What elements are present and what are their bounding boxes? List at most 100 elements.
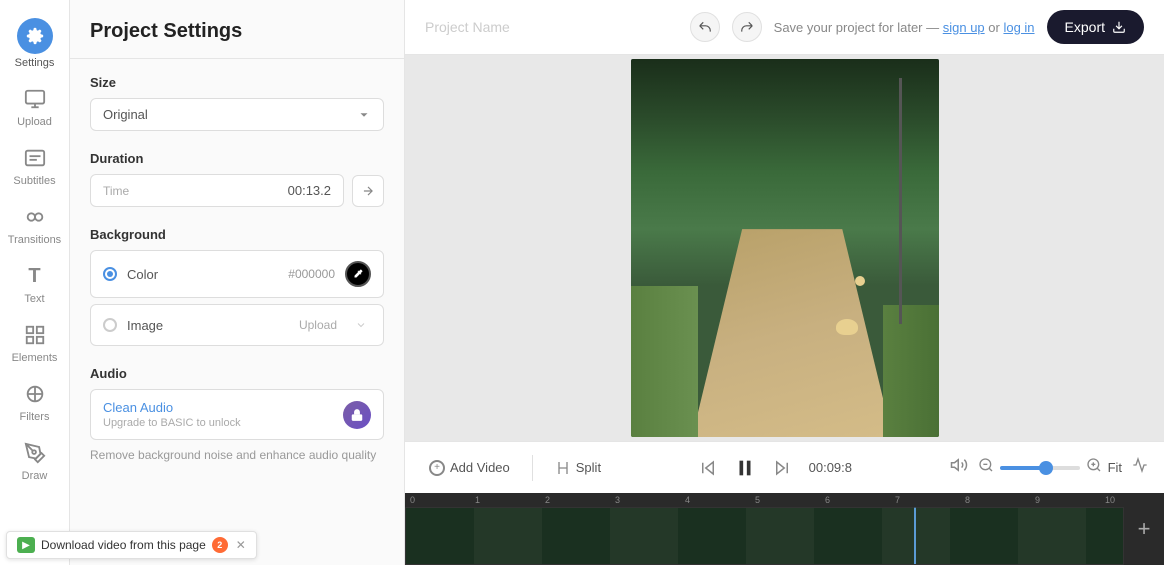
audio-box: Clean Audio Upgrade to BASIC to unlock xyxy=(90,389,384,440)
audio-name: Clean Audio xyxy=(103,400,241,415)
color-radio[interactable] xyxy=(103,267,117,281)
undo-button[interactable] xyxy=(690,12,720,42)
sidebar-label-text: Text xyxy=(24,293,44,305)
save-prefix: Save your project for later — xyxy=(774,20,943,35)
ruler-10: 10 xyxy=(1105,495,1115,505)
sidebar-item-subtitles[interactable]: Subtitles xyxy=(0,136,69,195)
video-dog-body xyxy=(836,319,858,335)
background-image-option[interactable]: Image Upload xyxy=(90,304,384,346)
audio-sub: Upgrade to BASIC to unlock xyxy=(103,417,241,429)
controls-bar: + Add Video Split xyxy=(405,441,1164,493)
split-label: Split xyxy=(576,460,601,475)
download-banner: ▶ Download video from this page 2 ✕ xyxy=(6,531,257,559)
skip-back-button[interactable] xyxy=(699,459,717,477)
sidebar-label-elements: Elements xyxy=(12,352,58,364)
timeline-add-button[interactable]: + xyxy=(1129,514,1159,544)
sidebar-item-filters[interactable]: Filters xyxy=(0,372,69,431)
timeline-filmstrip xyxy=(405,507,1124,565)
zoom-in-button[interactable] xyxy=(1086,457,1102,478)
redo-icon xyxy=(740,20,754,34)
export-button[interactable]: Export xyxy=(1047,10,1144,44)
volume-icon xyxy=(950,456,968,474)
redo-button[interactable] xyxy=(732,12,762,42)
ruler-1: 1 xyxy=(475,495,480,505)
sidebar-label-draw: Draw xyxy=(22,470,48,482)
remove-bg-section: Remove background noise and enhance audi… xyxy=(90,448,384,462)
export-icon xyxy=(1112,20,1126,34)
save-text: Save your project for later — sign up or… xyxy=(774,20,1035,35)
canvas-area xyxy=(405,55,1164,441)
background-section: Background Color #000000 Image Upload xyxy=(90,227,384,346)
timeline-track[interactable] xyxy=(405,507,1124,565)
project-name[interactable]: Project Name xyxy=(425,19,678,35)
settings-content: Size Original Duration Time 00:13.2 xyxy=(70,59,404,478)
sidebar-item-transitions[interactable]: Transitions xyxy=(0,195,69,254)
top-bar: Project Name Save your project for later… xyxy=(405,0,1164,55)
draw-icon xyxy=(21,439,49,467)
video-dog-head xyxy=(855,276,865,286)
or-text: or xyxy=(988,20,1003,35)
size-select[interactable]: Original xyxy=(90,98,384,131)
export-label: Export xyxy=(1065,19,1105,35)
color-swatch[interactable] xyxy=(345,261,371,287)
add-video-circle-icon: + xyxy=(429,460,445,476)
sidebar-item-upload[interactable]: Upload xyxy=(0,77,69,136)
undo-icon xyxy=(698,20,712,34)
zoom-slider[interactable] xyxy=(1000,466,1080,470)
sidebar-label-transitions: Transitions xyxy=(8,234,61,246)
ruler-3: 3 xyxy=(615,495,620,505)
sidebar-item-draw[interactable]: Draw xyxy=(0,431,69,490)
sidebar-item-settings[interactable]: Settings xyxy=(0,10,69,77)
split-button[interactable]: Split xyxy=(547,455,609,481)
sidebar-item-elements[interactable]: Elements xyxy=(0,313,69,372)
zoom-in-icon xyxy=(1086,457,1102,473)
chevron-down-icon xyxy=(357,108,371,122)
split-icon xyxy=(555,460,571,476)
color-hex-value: #000000 xyxy=(288,267,335,281)
duration-row: Time 00:13.2 xyxy=(90,174,384,207)
top-bar-actions: Save your project for later — sign up or… xyxy=(690,10,1144,44)
add-video-label: Add Video xyxy=(450,460,510,475)
background-label: Background xyxy=(90,227,384,242)
image-radio[interactable] xyxy=(103,318,117,332)
color-label: Color xyxy=(127,267,158,282)
banner-close-button[interactable]: ✕ xyxy=(236,538,246,552)
sign-up-link[interactable]: sign up xyxy=(943,20,985,35)
sidebar-label-settings: Settings xyxy=(15,57,55,69)
add-video-button[interactable]: + Add Video xyxy=(421,455,518,481)
ruler-8: 8 xyxy=(965,495,970,505)
size-value: Original xyxy=(103,107,148,122)
pause-icon xyxy=(734,457,756,479)
duration-label: Duration xyxy=(90,151,384,166)
duration-value: 00:13.2 xyxy=(288,183,331,198)
sidebar-item-text[interactable]: T Text xyxy=(0,254,69,313)
skip-back-icon xyxy=(699,459,717,477)
image-label: Image xyxy=(127,318,163,333)
volume-button[interactable] xyxy=(950,456,968,479)
zoom-fit-label[interactable]: Fit xyxy=(1108,460,1122,475)
time-display: 00:09:8 xyxy=(809,460,852,475)
skip-forward-button[interactable] xyxy=(773,459,791,477)
duration-expand-button[interactable] xyxy=(352,175,384,207)
background-color-option[interactable]: Color #000000 xyxy=(90,250,384,298)
zoom-out-button[interactable] xyxy=(978,457,994,478)
audio-upgrade-icon[interactable] xyxy=(343,401,371,429)
image-upload-button[interactable]: Upload xyxy=(299,318,337,332)
pause-button[interactable] xyxy=(727,450,763,486)
main-area: Project Name Save your project for later… xyxy=(405,0,1164,565)
color-picker-icon xyxy=(352,268,364,280)
timeline-ruler: 0 1 2 3 4 5 6 7 8 9 10 11 12 13 14 15 xyxy=(405,493,1124,507)
filters-icon xyxy=(21,380,49,408)
transitions-icon xyxy=(21,203,49,231)
playhead-line xyxy=(914,508,916,564)
waveform-button[interactable] xyxy=(1132,457,1148,478)
sidebar-label-subtitles: Subtitles xyxy=(13,175,55,187)
log-in-link[interactable]: log in xyxy=(1003,20,1034,35)
audio-label: Audio xyxy=(90,366,384,381)
duration-input[interactable]: Time 00:13.2 xyxy=(90,174,344,207)
video-pole xyxy=(899,78,902,324)
lock-icon xyxy=(350,408,364,422)
chevron-icon xyxy=(355,319,367,331)
ruler-0: 0 xyxy=(410,495,415,505)
divider-1 xyxy=(532,455,533,481)
